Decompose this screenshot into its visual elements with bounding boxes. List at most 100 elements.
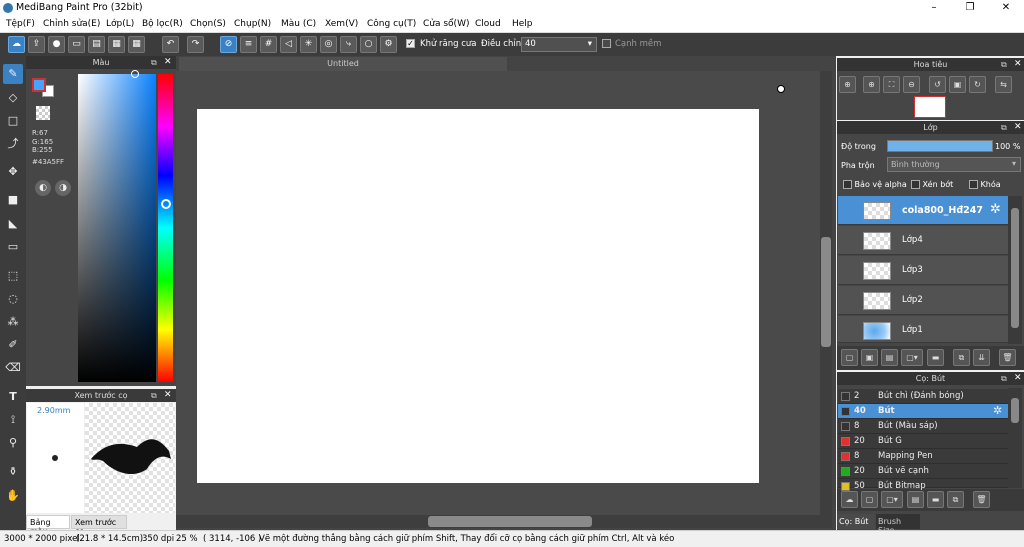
rotate-right-icon[interactable]: ↻ — [969, 76, 986, 93]
horizontal-scrollbar[interactable] — [176, 515, 832, 528]
brush-cloud-icon[interactable]: ☁ — [841, 491, 858, 508]
canvas-viewport[interactable] — [176, 71, 820, 515]
brush-scrollbar[interactable] — [1008, 388, 1022, 488]
menu-select[interactable]: Chọn(S) — [190, 19, 226, 29]
divide-tool-icon[interactable]: ⟟ — [3, 410, 23, 430]
menu-snap[interactable]: Chụp(N) — [234, 19, 271, 29]
cloud-icon[interactable]: ☁ — [8, 36, 25, 53]
cross-snap-icon[interactable]: # — [260, 36, 277, 53]
delete-brush-icon[interactable]: 🗑 — [973, 491, 990, 508]
undock-icon[interactable]: ⧉ — [151, 391, 157, 401]
delete-layer-icon[interactable]: 🗑 — [999, 349, 1016, 366]
hue-cursor[interactable] — [161, 199, 171, 209]
flip-icon[interactable]: ⇆ — [995, 76, 1012, 93]
saturation-value-field[interactable] — [78, 74, 156, 382]
gradient-tool-icon[interactable]: ▭ — [3, 237, 23, 257]
palette-icon[interactable]: ◐ — [35, 180, 51, 196]
select-rect-tool-icon[interactable]: ⬚ — [3, 266, 23, 286]
sv-cursor[interactable] — [131, 70, 139, 78]
brush-scroll-thumb[interactable] — [1011, 398, 1019, 423]
layer-row[interactable]: Lớp4 — [838, 226, 1008, 255]
reset-rotation-icon[interactable]: ▣ — [949, 76, 966, 93]
blend-mode-select[interactable]: Bình thường ▾ — [887, 157, 1021, 172]
minimize-button[interactable]: – — [916, 0, 952, 16]
gear-icon[interactable]: ✲ — [990, 202, 1001, 217]
protect-alpha-option[interactable]: Bảo vệ alpha — [843, 180, 907, 189]
close-panel-icon[interactable]: ✕ — [164, 390, 172, 400]
vanishing-point-icon[interactable]: ◁ — [280, 36, 297, 53]
primary-color-swatch[interactable] — [32, 78, 46, 92]
new-8bit-layer-icon[interactable]: ▤ — [881, 349, 898, 366]
add-layer-menu-icon[interactable]: ▢▾ — [901, 349, 923, 366]
brush-row[interactable]: 8 Mapping Pen — [838, 449, 1008, 464]
add-brush-icon[interactable]: ▢ — [861, 491, 878, 508]
graph-tool-icon[interactable]: ⤴ — [3, 134, 23, 154]
select-pen-tool-icon[interactable]: ✐ — [3, 335, 23, 355]
close-panel-icon[interactable]: ✕ — [1014, 373, 1022, 383]
eyedropper-tool-icon[interactable]: ⚲ — [3, 433, 23, 453]
opacity-slider[interactable] — [887, 140, 993, 152]
dropper-tool-icon[interactable]: ⚱ — [3, 462, 23, 482]
lasso-tool-icon[interactable]: ◌ — [3, 289, 23, 309]
close-panel-icon[interactable]: ✕ — [164, 57, 172, 67]
drawing-canvas[interactable] — [197, 109, 759, 483]
color-wheel-icon[interactable]: ◑ — [55, 180, 71, 196]
settings-icon[interactable]: ⚙ — [380, 36, 397, 53]
brush-row[interactable]: 50 Bút Bitmap — [838, 479, 1008, 491]
lock-option[interactable]: Khóa — [969, 180, 1001, 189]
merge-layer-icon[interactable]: ⇊ — [973, 349, 990, 366]
layer-row[interactable]: Lớp3 — [838, 256, 1008, 285]
transparent-color-swatch[interactable] — [36, 106, 50, 120]
vertical-scrollbar[interactable] — [820, 71, 832, 515]
close-panel-icon[interactable]: ✕ — [1014, 59, 1022, 69]
undock-icon[interactable]: ⧉ — [151, 58, 157, 68]
brush-folder-icon[interactable]: ▬ — [927, 491, 944, 508]
hue-slider[interactable] — [158, 74, 173, 382]
brush-copy-icon[interactable]: ▤ — [907, 491, 924, 508]
menu-color[interactable]: Màu (C) — [281, 19, 316, 29]
grid-icon[interactable]: ▦ — [128, 36, 145, 53]
layer-row[interactable]: Lớp2 — [838, 286, 1008, 315]
zoom-in-icon[interactable]: ⊕ — [839, 76, 856, 93]
speech-bubble-icon[interactable]: ▭ — [68, 36, 85, 53]
adjust-select[interactable]: 40 ▾ — [521, 37, 597, 52]
bucket-tool-icon[interactable]: ◣ — [3, 214, 23, 234]
share-icon[interactable]: ⇪ — [28, 36, 45, 53]
shape-fill-tool-icon[interactable]: ■ — [3, 190, 23, 210]
menu-tools[interactable]: Công cụ(T) — [367, 19, 416, 29]
select-eraser-tool-icon[interactable]: ⌫ — [3, 358, 23, 378]
tab-brush[interactable]: Cọ: Bút — [837, 514, 875, 529]
gear-icon[interactable]: ✲ — [993, 404, 1002, 417]
layer-scrollbar[interactable] — [1008, 196, 1022, 344]
zoom-in-alt-icon[interactable]: ⊕ — [863, 76, 880, 93]
menu-layer[interactable]: Lớp(L) — [106, 19, 134, 29]
close-panel-icon[interactable]: ✕ — [1014, 122, 1022, 132]
menu-view[interactable]: Xem(V) — [325, 19, 358, 29]
parallel-snap-icon[interactable]: ≡ — [240, 36, 257, 53]
magic-wand-tool-icon[interactable]: ⁂ — [3, 312, 23, 332]
layer-row[interactable]: cola800_Hđ247 ✲ — [838, 196, 1008, 225]
page-icon[interactable]: ▤ — [88, 36, 105, 53]
radial-snap-icon[interactable]: ✳ — [300, 36, 317, 53]
protect-alpha-checkbox[interactable] — [843, 180, 852, 189]
maximize-button[interactable]: ❐ — [952, 0, 988, 16]
brush-row[interactable]: 2 Bút chì (Đánh bóng) — [838, 389, 1008, 404]
rotate-left-icon[interactable]: ↺ — [929, 76, 946, 93]
clip-option[interactable]: Xén bớt — [911, 180, 953, 189]
vertical-scroll-thumb[interactable] — [821, 237, 831, 347]
sharp-edge-checkbox[interactable] — [602, 39, 611, 48]
panel-layout-icon[interactable]: ▦ — [108, 36, 125, 53]
menu-cloud[interactable]: Cloud — [475, 19, 501, 29]
add-brush-menu-icon[interactable]: ▢▾ — [881, 491, 903, 508]
curve-snap-icon[interactable]: ⤷ — [340, 36, 357, 53]
menu-edit[interactable]: Chỉnh sửa(E) — [43, 19, 100, 29]
dot-tool-icon[interactable]: □ — [3, 111, 23, 131]
hand-tool-icon[interactable]: ✋ — [3, 486, 23, 506]
brush-row[interactable]: 20 Bút vẽ cạnh — [838, 464, 1008, 479]
undock-icon[interactable]: ⧉ — [1001, 60, 1007, 70]
comment-icon[interactable]: ● — [48, 36, 65, 53]
undock-icon[interactable]: ⧉ — [1001, 374, 1007, 384]
move-tool-icon[interactable]: ✥ — [3, 162, 23, 182]
menu-help[interactable]: Help — [512, 19, 533, 29]
eraser-tool-icon[interactable]: ◇ — [3, 88, 23, 108]
